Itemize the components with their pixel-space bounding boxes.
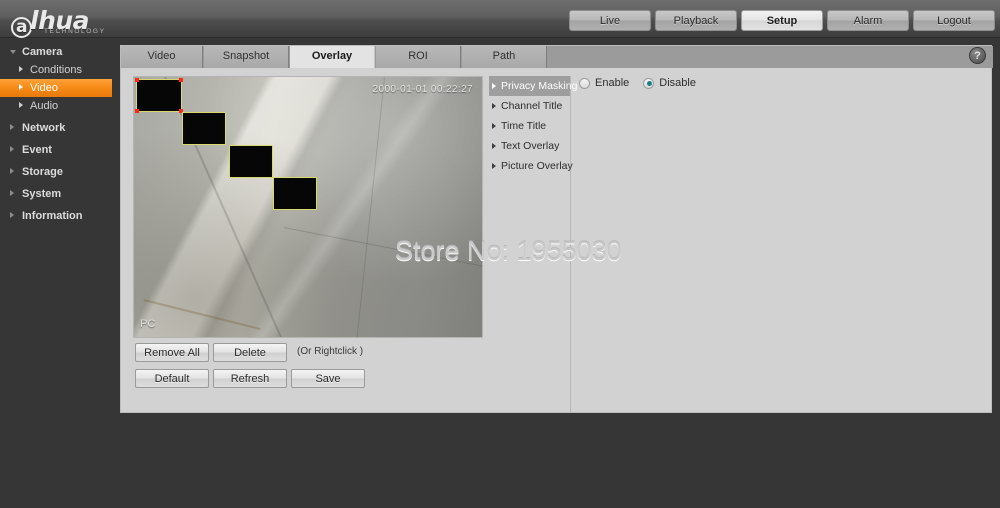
- privacy-mask-block[interactable]: [229, 145, 273, 178]
- main-nav: Live Playback Setup Alarm Logout: [569, 10, 995, 31]
- overlay-item-label: Picture Overlay: [501, 160, 573, 172]
- video-timestamp-overlay: 2000-01-01 00:22:27: [372, 84, 473, 95]
- overlay-item-time-title[interactable]: Time Title: [489, 116, 570, 136]
- privacy-mask-block[interactable]: [135, 78, 183, 113]
- resize-handle-icon[interactable]: [135, 109, 139, 113]
- sidebar-item-label: System: [22, 188, 62, 200]
- dahua-logo: a lhua TECHNOLOGY: [8, 2, 188, 38]
- sidebar-item-audio[interactable]: Audio: [0, 97, 112, 115]
- sidebar-item-label: Information: [22, 210, 83, 222]
- radio-disable[interactable]: [643, 77, 655, 89]
- overlay-type-list: Privacy Masking Channel Title Time Title…: [489, 76, 577, 412]
- chevron-right-icon: [492, 142, 496, 149]
- tab-snapshot[interactable]: Snapshot: [204, 46, 289, 68]
- resize-handle-icon[interactable]: [179, 78, 183, 82]
- chevron-right-icon: [492, 162, 496, 169]
- chevron-right-icon: [10, 212, 14, 218]
- overlay-item-channel-title[interactable]: Channel Title: [489, 96, 570, 116]
- sidebar-item-system[interactable]: System: [0, 185, 112, 203]
- app-root: a lhua TECHNOLOGY Live Playback Setup Ala…: [0, 0, 1000, 508]
- privacy-mask-block[interactable]: [273, 177, 317, 210]
- overlay-item-label: Text Overlay: [501, 140, 560, 152]
- refresh-button[interactable]: Refresh: [213, 369, 287, 388]
- app-header: a lhua TECHNOLOGY Live Playback Setup Ala…: [0, 0, 1000, 38]
- sidebar-item-network[interactable]: Network: [0, 119, 112, 137]
- form-action-buttons: Default Refresh Save: [135, 369, 365, 388]
- chevron-right-icon: [492, 102, 496, 109]
- overlay-item-label: Privacy Masking: [501, 80, 578, 92]
- video-preview[interactable]: 2000-01-01 00:22:27 PC: [133, 76, 483, 338]
- overlay-item-label: Channel Title: [501, 100, 563, 112]
- overlay-item-label: Time Title: [501, 120, 547, 132]
- tab-overlay[interactable]: Overlay: [290, 46, 375, 68]
- nav-playback[interactable]: Playback: [655, 10, 737, 31]
- help-icon[interactable]: ?: [969, 47, 986, 64]
- chevron-right-icon: [10, 190, 14, 196]
- overlay-item-privacy-masking[interactable]: Privacy Masking: [489, 76, 577, 96]
- sidebar-item-camera[interactable]: Camera: [0, 43, 112, 61]
- sidebar-item-label: Camera: [22, 46, 63, 58]
- mask-action-buttons: Remove All Delete (Or Rightclick ): [135, 343, 363, 362]
- chevron-right-icon: [19, 84, 23, 90]
- default-button[interactable]: Default: [135, 369, 209, 388]
- panel-body: 2000-01-01 00:22:27 PC Remove All Delete (…: [121, 68, 991, 412]
- save-button[interactable]: Save: [291, 369, 365, 388]
- logo-ring-icon: a: [11, 17, 32, 38]
- logo-subtitle: TECHNOLOGY: [44, 28, 106, 35]
- privacy-mask-block[interactable]: [182, 112, 226, 145]
- sidebar-item-video[interactable]: Video: [0, 79, 112, 97]
- video-channel-title-overlay: PC: [140, 318, 156, 330]
- radio-enable[interactable]: [579, 77, 590, 89]
- resize-handle-icon[interactable]: [135, 78, 139, 82]
- overlay-item-text-overlay[interactable]: Text Overlay: [489, 136, 570, 156]
- nav-logout[interactable]: Logout: [913, 10, 995, 31]
- sidebar-item-label: Event: [22, 144, 52, 156]
- sidebar-item-label: Network: [22, 122, 66, 134]
- tab-roi[interactable]: ROI: [376, 46, 461, 68]
- chevron-right-icon: [19, 66, 23, 72]
- tab-video[interactable]: Video: [121, 46, 203, 68]
- overlay-item-picture-overlay[interactable]: Picture Overlay: [489, 156, 573, 176]
- chevron-down-icon: [10, 50, 16, 54]
- sidebar-item-label: Audio: [30, 100, 59, 112]
- tab-path[interactable]: Path: [462, 46, 547, 68]
- sidebar-item-label: Conditions: [30, 64, 82, 76]
- nav-setup[interactable]: Setup: [741, 10, 823, 31]
- nav-live[interactable]: Live: [569, 10, 651, 31]
- radio-enable-label[interactable]: Enable: [595, 77, 629, 89]
- chevron-right-icon: [10, 124, 14, 130]
- sidebar-item-conditions[interactable]: Conditions: [0, 61, 112, 79]
- sidebar-item-label: Storage: [22, 166, 63, 178]
- chevron-right-icon: [10, 168, 14, 174]
- delete-button[interactable]: Delete: [213, 343, 287, 362]
- chevron-right-icon: [10, 146, 14, 152]
- nav-alarm[interactable]: Alarm: [827, 10, 909, 31]
- rightclick-hint: (Or Rightclick ): [297, 346, 364, 357]
- radio-disable-label[interactable]: Disable: [659, 77, 696, 89]
- sidebar-item-label: Video: [30, 82, 58, 94]
- content-panel: Video Snapshot Overlay ROI Path ? 2000-0…: [120, 45, 993, 413]
- chevron-right-icon: [492, 122, 496, 129]
- sidebar-item-event[interactable]: Event: [0, 141, 112, 159]
- chevron-right-icon: [19, 102, 23, 108]
- sidebar-item-storage[interactable]: Storage: [0, 163, 112, 181]
- remove-all-button[interactable]: Remove All: [135, 343, 209, 362]
- tab-strip: Video Snapshot Overlay ROI Path ?: [121, 46, 993, 68]
- sidebar-item-information[interactable]: Information: [0, 207, 112, 225]
- privacy-masking-toggle-group: Enable Disable: [579, 77, 705, 89]
- chevron-right-icon: [492, 82, 496, 89]
- sidebar-nav: Camera Conditions Video Audio Network Ev…: [0, 39, 112, 508]
